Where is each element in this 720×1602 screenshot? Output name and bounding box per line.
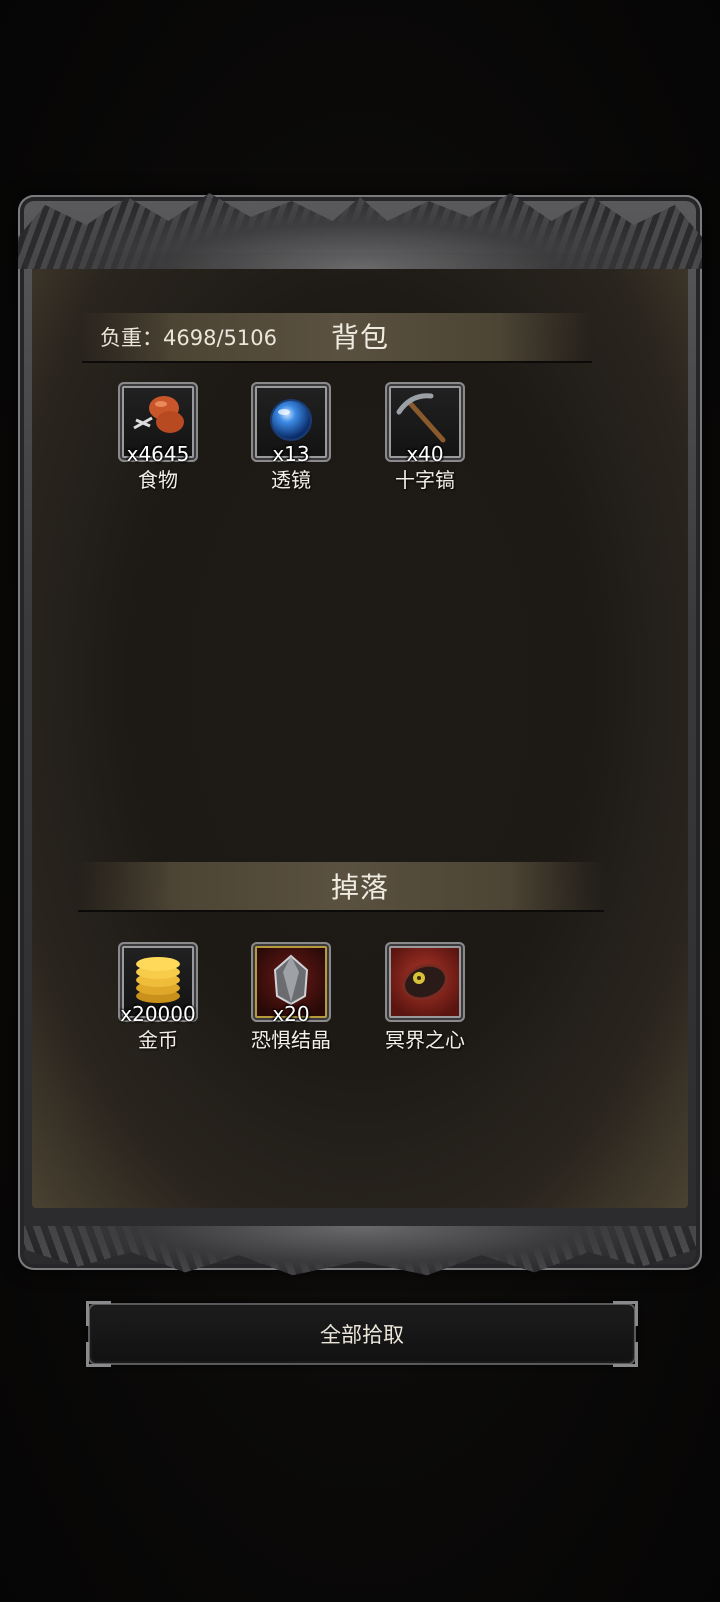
inventory-item-pickaxe[interactable]: x40 十字镐: [382, 382, 468, 493]
item-slot[interactable]: x20000: [118, 942, 198, 1026]
button-corner-ornament: [86, 1342, 111, 1367]
item-slot[interactable]: [385, 942, 465, 1022]
item-name: 十字镐: [395, 468, 455, 492]
drop-item-fear-crystal[interactable]: x20 恐惧结晶: [248, 942, 334, 1053]
button-corner-ornament: [86, 1301, 111, 1326]
item-count: x20: [272, 1002, 310, 1026]
item-count: x4645: [126, 442, 190, 466]
item-count: x40: [406, 442, 444, 466]
pickup-all-label: 全部拾取: [320, 1323, 404, 1347]
button-corner-ornament: [613, 1301, 638, 1326]
inventory-title: 背包: [330, 321, 389, 354]
drops-title: 掉落: [330, 871, 389, 904]
item-slot[interactable]: x4645: [118, 382, 198, 466]
item-name: 恐惧结晶: [251, 1028, 331, 1052]
drop-item-underworld-heart[interactable]: 冥界之心: [382, 942, 468, 1053]
pickup-all-button[interactable]: 全部拾取: [86, 1301, 638, 1367]
item-slot[interactable]: x13: [251, 382, 331, 466]
item-name: 冥界之心: [385, 1028, 465, 1052]
item-count: x20000: [120, 1002, 196, 1026]
inventory-item-food[interactable]: x4645 食物: [115, 382, 201, 493]
inventory-item-lens[interactable]: x13 透镜: [248, 382, 334, 493]
drop-item-gold[interactable]: x20000 金币: [115, 942, 201, 1053]
item-count: x13: [272, 442, 310, 466]
button-corner-ornament: [613, 1342, 638, 1367]
weight-label: 负重：4698/5106: [100, 326, 277, 350]
item-name: 金币: [138, 1028, 178, 1052]
underworld-heart-icon: [402, 963, 448, 1001]
item-slot[interactable]: x40: [385, 382, 465, 466]
item-name: 食物: [138, 468, 178, 492]
item-name: 透镜: [271, 468, 311, 492]
item-slot[interactable]: x20: [251, 942, 331, 1026]
